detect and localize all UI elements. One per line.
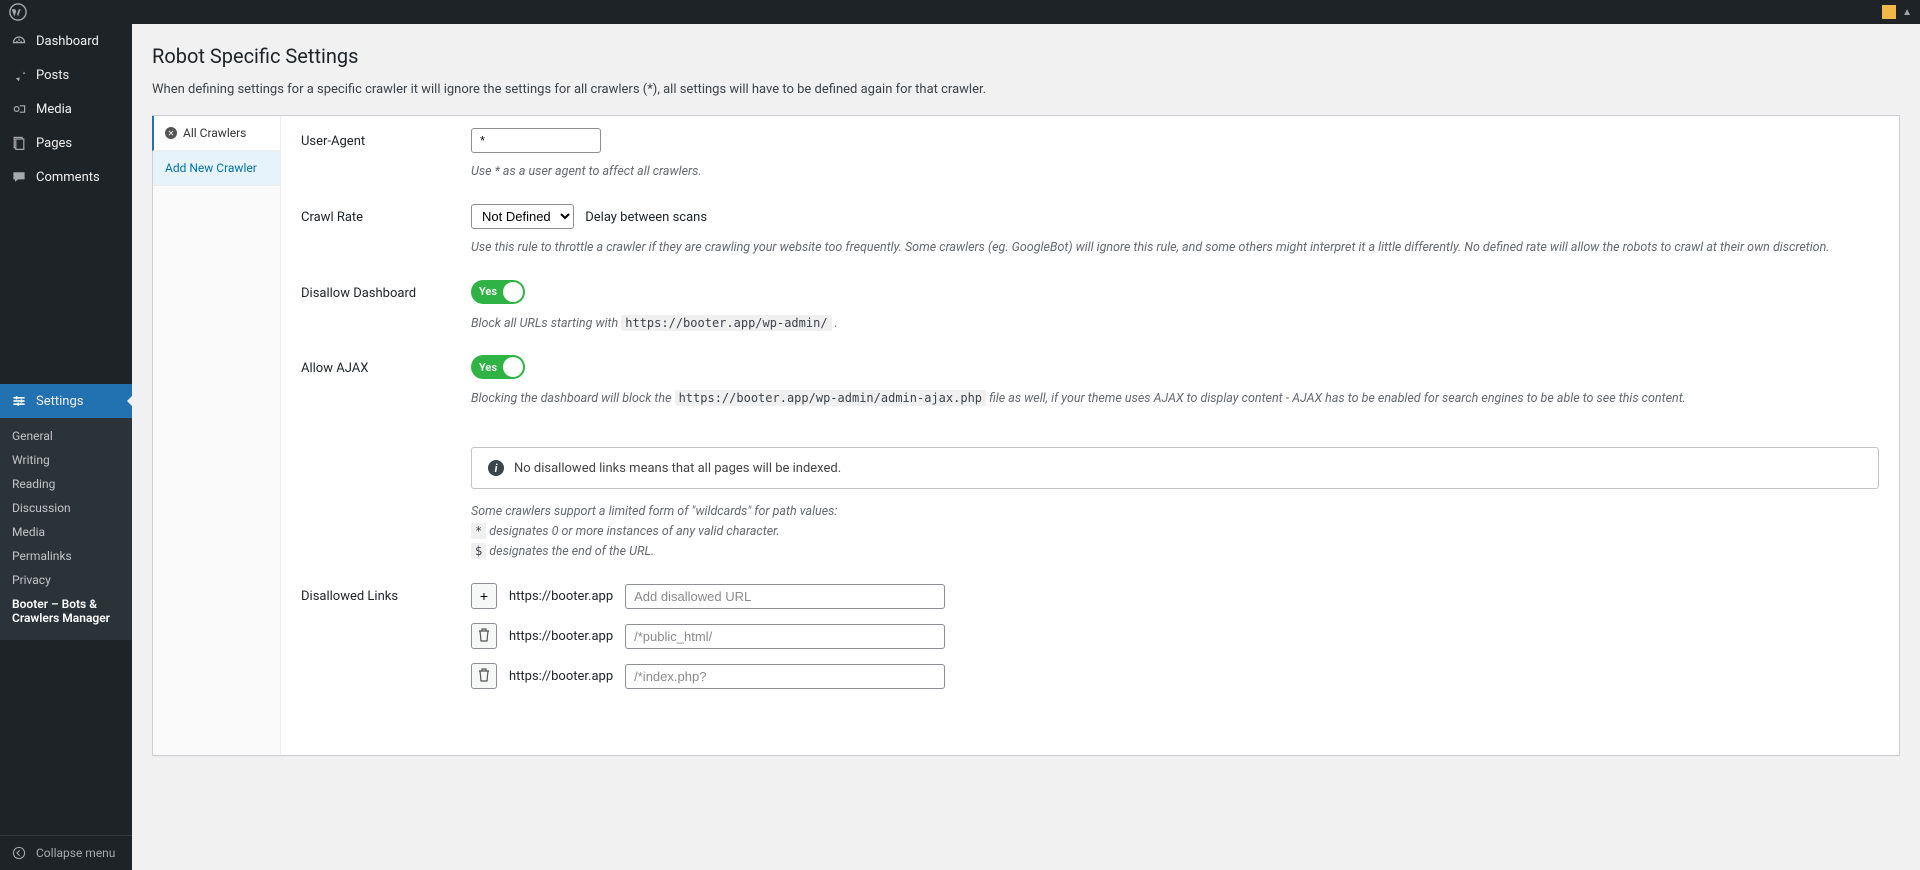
trash-icon [478, 668, 490, 685]
info-icon: i [488, 460, 504, 476]
plus-icon: + [480, 588, 488, 604]
trash-icon [478, 628, 490, 645]
row-disallowed-links: Disallowed Links + https://booter.app [301, 583, 1879, 703]
row-disallow-dashboard: Disallow Dashboard Yes Block all URLs st… [301, 280, 1879, 334]
dashboard-icon [10, 32, 28, 50]
toggle-knob [503, 357, 523, 377]
delete-link-button[interactable] [471, 623, 497, 649]
label-disallow-dashboard: Disallow Dashboard [301, 280, 471, 301]
sidebar-item-label: Posts [36, 68, 69, 83]
sidebar-item-dashboard[interactable]: Dashboard [0, 24, 132, 58]
sidebar-item-label: Media [36, 102, 72, 117]
submenu-privacy[interactable]: Privacy [0, 568, 132, 592]
disallowed-url-input[interactable] [625, 664, 945, 689]
settings-icon [10, 392, 28, 410]
url-prefix: https://booter.app [509, 629, 613, 644]
url-prefix: https://booter.app [509, 589, 613, 604]
label-user-agent: User-Agent [301, 128, 471, 149]
sidebar-item-label: Comments [36, 170, 100, 185]
toggle-text: Yes [479, 285, 497, 298]
disallowed-url-input[interactable] [625, 584, 945, 609]
submenu-media[interactable]: Media [0, 520, 132, 544]
tab-label: All Crawlers [183, 126, 246, 140]
allow-ajax-toggle[interactable]: Yes [471, 355, 525, 379]
close-icon[interactable]: ✕ [165, 127, 177, 139]
tab-all-crawlers[interactable]: ✕ All Crawlers [152, 116, 280, 151]
label-disallowed-links: Disallowed Links [301, 583, 471, 604]
disallowed-link-row-add: + https://booter.app [471, 583, 1879, 609]
crawl-rate-select[interactable]: Not Defined [471, 204, 574, 229]
crawler-tabs: ✕ All Crawlers Add New Crawler [153, 116, 281, 755]
user-agent-hint: Use * as a user agent to affect all craw… [471, 163, 1879, 182]
row-user-agent: User-Agent Use * as a user agent to affe… [301, 128, 1879, 182]
submenu-discussion[interactable]: Discussion [0, 496, 132, 520]
toggle-text: Yes [479, 361, 497, 374]
info-box: i No disallowed links means that all pag… [471, 447, 1879, 489]
disallow-dashboard-toggle[interactable]: Yes [471, 280, 525, 304]
submenu-writing[interactable]: Writing [0, 448, 132, 472]
submenu-permalinks[interactable]: Permalinks [0, 544, 132, 568]
admin-toolbar: ▲ [0, 0, 1920, 24]
collapse-icon [10, 844, 28, 862]
sidebar-item-label: Pages [36, 136, 72, 151]
wildcards-hint: Some crawlers support a limited form of … [471, 503, 1879, 561]
submenu-booter[interactable]: Booter – Bots & Crawlers Manager [0, 592, 132, 630]
add-link-button[interactable]: + [471, 583, 497, 609]
toggle-knob [503, 282, 523, 302]
sidebar-item-label: Settings [36, 394, 83, 409]
settings-body: User-Agent Use * as a user agent to affe… [281, 116, 1899, 755]
row-allow-ajax: Allow AJAX Yes Blocking the dashboard wi… [301, 355, 1879, 409]
main-content: Robot Specific Settings When defining se… [132, 24, 1920, 870]
admin-sidebar: Dashboard Posts Media Pages Comments Set… [0, 24, 132, 870]
media-icon [10, 100, 28, 118]
sidebar-item-label: Dashboard [36, 34, 99, 49]
notification-badge-icon[interactable] [1882, 5, 1896, 19]
pages-icon [10, 134, 28, 152]
tab-label: Add New Crawler [165, 161, 257, 175]
sidebar-item-comments[interactable]: Comments [0, 160, 132, 194]
user-agent-input[interactable] [471, 128, 601, 153]
collapse-label: Collapse menu [36, 846, 115, 860]
collapse-menu-button[interactable]: Collapse menu [0, 835, 132, 870]
comments-icon [10, 168, 28, 186]
delete-link-button[interactable] [471, 663, 497, 689]
row-info-wildcards: i No disallowed links means that all pag… [301, 431, 1879, 561]
disallowed-link-row: https://booter.app [471, 663, 1879, 689]
submenu-reading[interactable]: Reading [0, 472, 132, 496]
pin-icon [10, 66, 28, 84]
page-description: When defining settings for a specific cr… [152, 82, 1900, 97]
sidebar-item-pages[interactable]: Pages [0, 126, 132, 160]
sidebar-item-settings[interactable]: Settings [0, 384, 132, 418]
crawl-rate-inline-label: Delay between scans [585, 210, 707, 225]
label-crawl-rate: Crawl Rate [301, 204, 471, 225]
tab-add-crawler[interactable]: Add New Crawler [153, 151, 280, 186]
dropdown-caret-icon[interactable]: ▲ [1902, 7, 1912, 18]
submenu-general[interactable]: General [0, 424, 132, 448]
info-text: No disallowed links means that all pages… [514, 461, 841, 476]
settings-submenu: General Writing Reading Discussion Media… [0, 418, 132, 640]
disallowed-link-row: https://booter.app [471, 623, 1879, 649]
disallowed-url-input[interactable] [625, 624, 945, 649]
allow-ajax-hint: Blocking the dashboard will block the ht… [471, 389, 1879, 409]
row-crawl-rate: Crawl Rate Not Defined Delay between sca… [301, 204, 1879, 258]
sidebar-item-posts[interactable]: Posts [0, 58, 132, 92]
sidebar-item-media[interactable]: Media [0, 92, 132, 126]
disallow-dashboard-hint: Block all URLs starting with https://boo… [471, 314, 1879, 334]
crawl-rate-hint: Use this rule to throttle a crawler if t… [471, 239, 1879, 258]
label-allow-ajax: Allow AJAX [301, 355, 471, 376]
page-title: Robot Specific Settings [152, 44, 1900, 68]
wordpress-logo-icon[interactable] [8, 2, 28, 22]
url-prefix: https://booter.app [509, 669, 613, 684]
